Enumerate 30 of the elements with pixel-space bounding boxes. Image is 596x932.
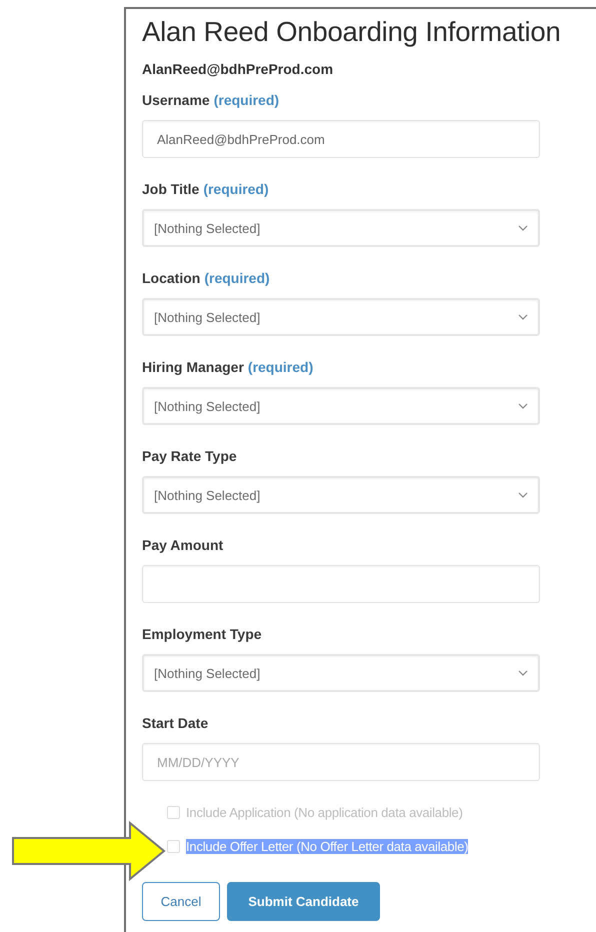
cancel-button[interactable]: Cancel [142, 882, 220, 921]
candidate-email: AlanReed@bdhPreProd.com [142, 60, 334, 79]
required-note: (required) [203, 181, 269, 197]
field-label: Job Title [142, 181, 200, 197]
chevron-down-icon [518, 670, 528, 676]
submit-button[interactable]: Submit Candidate [227, 882, 380, 921]
field-label: Location [142, 270, 200, 286]
input-field[interactable] [142, 565, 540, 603]
field-label: Pay Amount [142, 537, 224, 553]
dropdown[interactable]: [Nothing Selected] [142, 209, 540, 247]
field-label: Start Date [142, 715, 208, 731]
field-label: Pay Rate Type [142, 448, 237, 464]
page-title: Alan Reed Onboarding Information [142, 15, 561, 49]
chevron-down-icon [518, 314, 528, 320]
dropdown[interactable]: [Nothing Selected] [142, 387, 540, 425]
required-note: (required) [204, 270, 270, 286]
chevron-down-icon [518, 225, 528, 231]
checkbox[interactable] [167, 840, 180, 852]
dropdown[interactable]: [Nothing Selected] [142, 654, 540, 692]
input-field[interactable]: AlanReed@bdhPreProd.com [142, 120, 540, 158]
field-label: Username [142, 92, 210, 108]
required-note: (required) [214, 92, 280, 108]
input-field[interactable]: MM/DD/YYYY [142, 743, 540, 781]
field-label: Hiring Manager [142, 359, 244, 375]
chevron-down-icon [518, 492, 528, 498]
dropdown[interactable]: [Nothing Selected] [142, 476, 540, 514]
field-label: Employment Type [142, 626, 262, 642]
required-note: (required) [248, 359, 314, 375]
chevron-down-icon [518, 403, 528, 409]
dropdown[interactable]: [Nothing Selected] [142, 298, 540, 336]
